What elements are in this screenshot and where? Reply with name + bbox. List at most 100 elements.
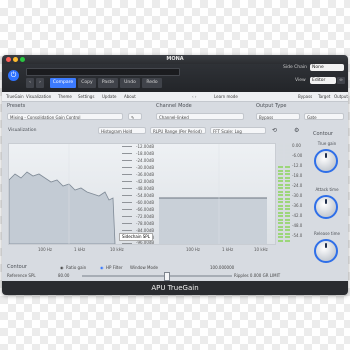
knob-indicator	[325, 243, 327, 248]
true-gain-label: True gain	[317, 141, 337, 146]
knob-indicator	[325, 199, 327, 204]
tab-settings[interactable]: Settings	[78, 92, 94, 101]
db-label: -66.00dB	[136, 207, 155, 212]
host-toolbar: ⏻ ‹ › Compare Copy Paste Undo Redo Side …	[2, 64, 348, 92]
side-chain-select[interactable]: None	[310, 64, 344, 71]
x-label: 100 Hz	[38, 247, 53, 252]
range-select[interactable]: RLPU Range (Per Period)	[150, 127, 206, 134]
prev-preset-button[interactable]: ‹	[26, 78, 34, 88]
window-title: MONA	[166, 56, 184, 62]
meter-segment	[278, 183, 283, 186]
title-bar: MONA	[2, 55, 348, 64]
view-label: View	[295, 78, 306, 83]
tab-theme[interactable]: Theme	[58, 92, 72, 101]
target-toggle[interactable]: Target	[318, 92, 330, 101]
tab-about[interactable]: About	[124, 92, 136, 101]
level-meter-left	[278, 143, 283, 243]
db-tick	[122, 230, 132, 231]
redo-button[interactable]: Redo	[142, 78, 162, 88]
undo-button[interactable]: Undo	[120, 78, 140, 88]
db-tick	[122, 209, 132, 210]
nav-arrows[interactable]: ‹ ›	[192, 92, 196, 101]
meter-segment	[278, 229, 283, 231]
meter-scale-label: -24.0	[292, 183, 303, 188]
channel-mode-select[interactable]: Channel-linked	[156, 113, 244, 120]
meter-scale-label: -54.0	[292, 233, 303, 238]
meter-segment	[278, 218, 283, 221]
meter-scale-label: 0.00	[292, 143, 301, 148]
spectrum-graph[interactable]: -12.00dB -18.00dB -24.00dB -30.00dB -36.…	[8, 143, 276, 245]
meter-segment	[278, 190, 283, 193]
reference-spl-handle[interactable]	[164, 272, 170, 281]
meter-segment	[278, 208, 283, 210]
meter-segment	[285, 162, 290, 165]
meter-segment	[278, 155, 283, 158]
meter-segment	[285, 208, 290, 210]
meter-segment	[285, 176, 290, 179]
meter-scale-label: -48.0	[292, 223, 303, 228]
output-toggle[interactable]: Output	[334, 92, 348, 101]
contour-label: Contour	[313, 131, 333, 137]
reference-spl-label: Reference SPL	[7, 273, 36, 278]
db-tick	[122, 216, 132, 217]
preset-save-icon[interactable]: ✎	[128, 113, 142, 120]
status-text: Ripples 0.000 GR LIMIT	[234, 273, 281, 278]
power-icon[interactable]: ⏻	[8, 70, 19, 81]
knob-indicator	[325, 153, 327, 158]
bottom-contour-label: Contour	[7, 264, 27, 270]
release-time-knob[interactable]	[314, 239, 338, 263]
learn-mode-toggle[interactable]: Learn mode	[214, 92, 238, 101]
output-type-select[interactable]: Bypass	[256, 113, 300, 120]
x-label: 1 kHz	[222, 247, 234, 252]
hp-filter-label: HP Filter	[106, 265, 123, 270]
true-gain-knob[interactable]	[314, 149, 338, 173]
meter-segment	[278, 204, 283, 207]
meter-segment	[285, 166, 290, 168]
db-tick	[122, 188, 132, 189]
next-preset-button[interactable]: ›	[36, 78, 44, 88]
presets-label: Presets	[7, 103, 26, 109]
gear-icon[interactable]: ⚙	[294, 127, 299, 134]
meter-segment	[285, 190, 290, 193]
host-preset-field[interactable]	[26, 68, 180, 76]
presets-select[interactable]: Mixing - Consolidation Gain Control	[7, 113, 123, 120]
tab-truegain[interactable]: TrueGain	[6, 92, 24, 101]
meter-segment	[285, 187, 290, 189]
histogram-select[interactable]: Histogram Hold	[98, 127, 146, 134]
meter-segment	[278, 236, 283, 238]
plugin-footer: APU TrueGain	[2, 281, 348, 295]
db-label: -24.00dB	[136, 158, 155, 163]
db-label: -18.00dB	[136, 151, 155, 156]
meter-segment	[278, 180, 283, 182]
meter-segment	[278, 232, 283, 235]
attack-time-knob[interactable]	[314, 195, 338, 219]
link-icon[interactable]: ∞	[337, 77, 345, 84]
db-label: -48.00dB	[136, 186, 155, 191]
meter-segment	[278, 169, 283, 172]
tab-visualization[interactable]: Visualization	[26, 92, 51, 101]
reset-icon[interactable]: ⟲	[272, 127, 277, 134]
view-select[interactable]: Editor	[310, 77, 336, 84]
output-type-select-2[interactable]: Gate	[304, 113, 344, 120]
meter-segment	[278, 239, 283, 242]
tab-update[interactable]: Update	[102, 92, 117, 101]
db-label: -60.00dB	[136, 200, 155, 205]
bypass-toggle[interactable]: Bypass	[298, 92, 312, 101]
x-label: 100 Hz	[186, 247, 201, 252]
ratio-gain-label: Ratio gain	[66, 265, 87, 270]
attack-time-label: Attack time	[315, 187, 339, 192]
db-label: -42.00dB	[136, 179, 155, 184]
db-tick	[122, 202, 132, 203]
compare-button[interactable]: Compare	[50, 78, 76, 88]
hp-filter-radio[interactable]: ◉	[100, 265, 104, 270]
window-mode-select[interactable]: Window Mode	[130, 265, 158, 270]
fft-scale-select[interactable]: FFT Scale: Log	[210, 127, 266, 134]
copy-button[interactable]: Copy	[78, 78, 96, 88]
reference-spl-slider[interactable]	[82, 275, 232, 277]
paste-button[interactable]: Paste	[98, 78, 118, 88]
db-tick	[122, 195, 132, 196]
ratio-gain-radio[interactable]: ◉	[60, 265, 64, 270]
meter-segment	[285, 218, 290, 221]
meter-segment	[285, 222, 290, 224]
db-scale: -12.00dB -18.00dB -24.00dB -30.00dB -36.…	[122, 144, 162, 245]
